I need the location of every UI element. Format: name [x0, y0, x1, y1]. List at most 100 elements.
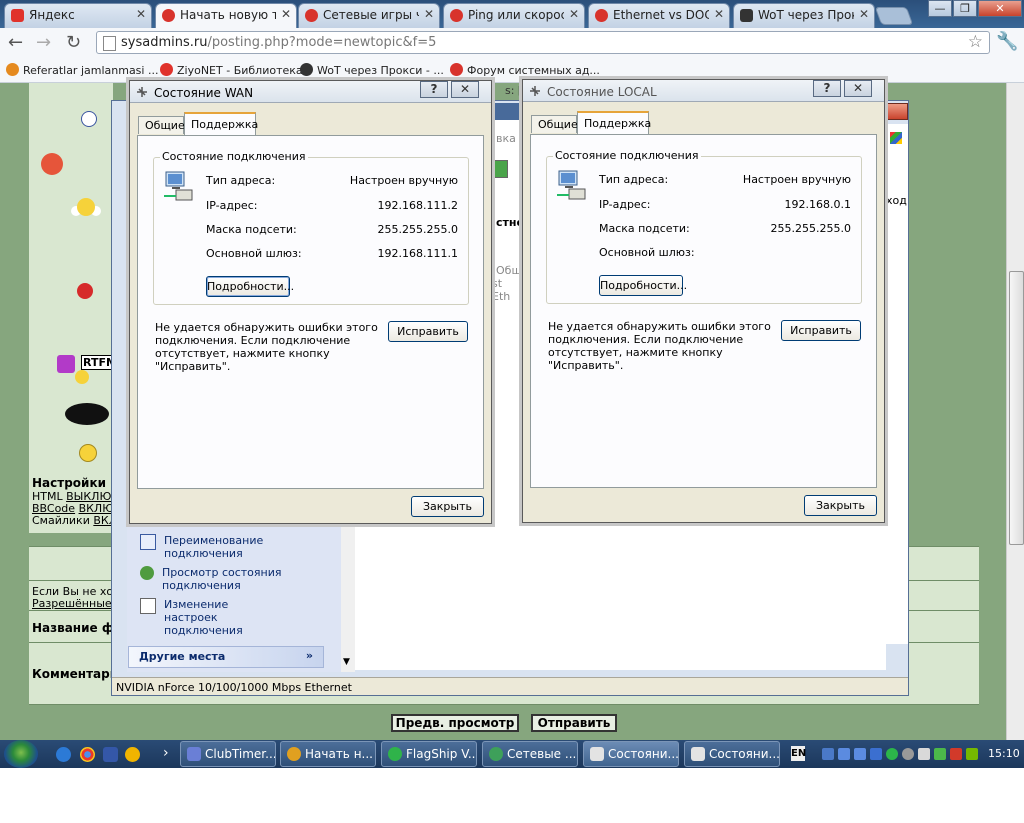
scrollbar-thumb[interactable] [1009, 271, 1024, 545]
address-bar[interactable]: sysadmins.ru/posting.php?mode=newtopic&f… [96, 31, 990, 54]
close-tab-icon[interactable]: ✕ [714, 7, 724, 21]
details-button[interactable]: Подробности... [206, 276, 294, 297]
taskbar-flagship[interactable]: FlagShip V... [381, 741, 477, 767]
allowed-link[interactable]: Разрешённые [32, 597, 112, 610]
comment-label: Комментари [32, 667, 119, 681]
new-tab-button[interactable] [874, 7, 914, 25]
network-tray-icon[interactable] [838, 748, 850, 760]
close-button[interactable]: Закрыть [411, 496, 484, 517]
close-dialog-button[interactable]: ✕ [451, 81, 479, 98]
wan-dialog-titlebar[interactable]: Состояние WAN ? ✕ [130, 81, 491, 103]
nvidia-icon[interactable] [966, 748, 978, 760]
explorer-close-button[interactable] [886, 103, 908, 120]
tray-icon[interactable] [822, 748, 834, 760]
bookmark-referatlar[interactable]: Referatlar jamlanmasi ... [6, 63, 158, 77]
view-status-task[interactable]: Просмотр состояния подключения [140, 566, 282, 592]
taskbar-status-wan[interactable]: Состояни... [583, 741, 679, 767]
preview-button[interactable]: Предв. просмотр [391, 714, 519, 732]
tray-icon[interactable] [886, 748, 898, 760]
local-dialog-titlebar[interactable]: Состояние LOCAL ? ✕ [523, 80, 884, 102]
minimize-button[interactable]: — [928, 0, 952, 17]
close-tab-icon[interactable]: ✕ [136, 7, 146, 21]
bookmark-sysadmins-forum[interactable]: Форум системных ад... [450, 63, 600, 77]
close-dialog-button[interactable]: ✕ [844, 80, 872, 97]
chrome-icon[interactable] [80, 747, 95, 762]
other-places-header[interactable]: Другие места » [128, 646, 324, 668]
tray-icon[interactable] [934, 748, 946, 760]
taskbar-network-connections[interactable]: Сетевые ... [482, 741, 578, 767]
submit-button[interactable]: Отправить [531, 714, 617, 732]
forward-icon[interactable]: → [36, 32, 51, 53]
browser-tab-yandex[interactable]: Яндекс ✕ [4, 3, 152, 28]
change-settings-task[interactable]: Изменение настроек подключения [140, 598, 284, 637]
close-window-button[interactable]: ✕ [978, 0, 1022, 17]
task-pane-scrollbar[interactable]: ▼ [340, 520, 355, 672]
language-indicator[interactable]: EN [791, 746, 806, 761]
smiley-icon[interactable] [75, 370, 89, 384]
network-icon [530, 86, 540, 96]
page-scrollbar[interactable] [1006, 83, 1024, 740]
tab-general[interactable]: Общие [138, 116, 185, 134]
clock[interactable]: 15:10 [988, 747, 1020, 760]
status-icon [140, 566, 154, 580]
wan-status-dialog: Состояние WAN ? ✕ Общие Поддержка Состоя… [129, 80, 492, 524]
taskbar-chrome[interactable]: Начать н... [280, 741, 376, 767]
tray-icon[interactable] [902, 748, 914, 760]
smiley-cloud-icon[interactable] [65, 403, 109, 425]
repair-button[interactable]: Исправить [781, 320, 861, 341]
bookmark-wot-proxy[interactable]: WoT через Прокси - ... [300, 63, 444, 77]
partial-text: вка [496, 132, 516, 145]
details-button[interactable]: Подробности... [599, 275, 687, 296]
close-tab-icon[interactable]: ✕ [569, 7, 579, 21]
partial-text: ход [886, 194, 907, 207]
smiley-happy-icon[interactable] [79, 444, 97, 462]
save-disk-icon[interactable] [103, 747, 118, 762]
tab-support[interactable]: Поддержка [577, 111, 651, 134]
sysadmins-icon [305, 9, 318, 22]
smiley-angry-icon[interactable] [41, 153, 63, 175]
help-button[interactable]: ? [420, 81, 448, 98]
browser-tab-new-topic[interactable]: Начать новую те ✕ [155, 3, 297, 29]
taskbar-status-local[interactable]: Состояни... [684, 741, 780, 767]
toolbar-icon[interactable] [492, 160, 508, 178]
ie-icon[interactable] [56, 747, 71, 762]
bookmark-star-icon[interactable]: ☆ [968, 32, 983, 52]
start-button[interactable] [4, 740, 38, 768]
browser-tab-ping[interactable]: Ping или скорость ✕ [443, 3, 585, 28]
back-icon[interactable]: ← [8, 32, 23, 53]
browser-tab-network-games[interactable]: Сетевые игры че ✕ [298, 3, 440, 28]
browser-tab-ethernet[interactable]: Ethernet vs DOCS ✕ [588, 3, 730, 28]
tray-icon[interactable] [950, 748, 962, 760]
rename-connection-task[interactable]: Переименование подключения [140, 534, 274, 560]
close-tab-icon[interactable]: ✕ [859, 7, 869, 21]
smiley-book-icon[interactable] [57, 355, 75, 373]
close-tab-icon[interactable]: ✕ [424, 7, 434, 21]
close-tab-icon[interactable]: ✕ [281, 7, 291, 21]
wrench-menu-icon[interactable]: 🔧 [996, 31, 1018, 52]
repair-button[interactable]: Исправить [388, 321, 468, 342]
collapse-chevron-icon[interactable]: » [306, 649, 313, 662]
help-button[interactable]: ? [813, 80, 841, 97]
close-button[interactable]: Закрыть [804, 495, 877, 516]
smiley-angel-icon[interactable] [77, 198, 95, 216]
maximize-button[interactable]: ❐ [953, 0, 977, 17]
browser-toolbar: ← → ↻ sysadmins.ru/posting.php?mode=newt… [0, 28, 1024, 58]
url-path: /posting.php?mode=newtopic&f=5 [207, 35, 437, 50]
quicklaunch-chevron-icon[interactable]: › [163, 745, 169, 761]
smiley-icon[interactable] [81, 111, 97, 127]
settings-doc-icon [140, 598, 156, 614]
browser-tab-wot[interactable]: WoT через Прокс ✕ [733, 3, 875, 28]
tray-icon[interactable] [918, 748, 930, 760]
reload-icon[interactable]: ↻ [66, 32, 81, 53]
sysadmins-icon [450, 63, 463, 76]
tab-support[interactable]: Поддержка [184, 112, 258, 135]
smiley-red-icon[interactable] [77, 283, 93, 299]
tray-icon[interactable] [870, 748, 882, 760]
scroll-down-icon[interactable]: ▼ [343, 657, 350, 667]
network-tray-icon[interactable] [854, 748, 866, 760]
dialog-title: Состояние WAN [154, 86, 254, 100]
tab-general[interactable]: Общие [531, 115, 578, 133]
quicklaunch-icon[interactable] [125, 747, 140, 762]
taskbar-clubtimer[interactable]: ClubTimer... [180, 741, 276, 767]
bookmark-ziyonet[interactable]: ZiyoNET - Библиотека [160, 63, 303, 77]
